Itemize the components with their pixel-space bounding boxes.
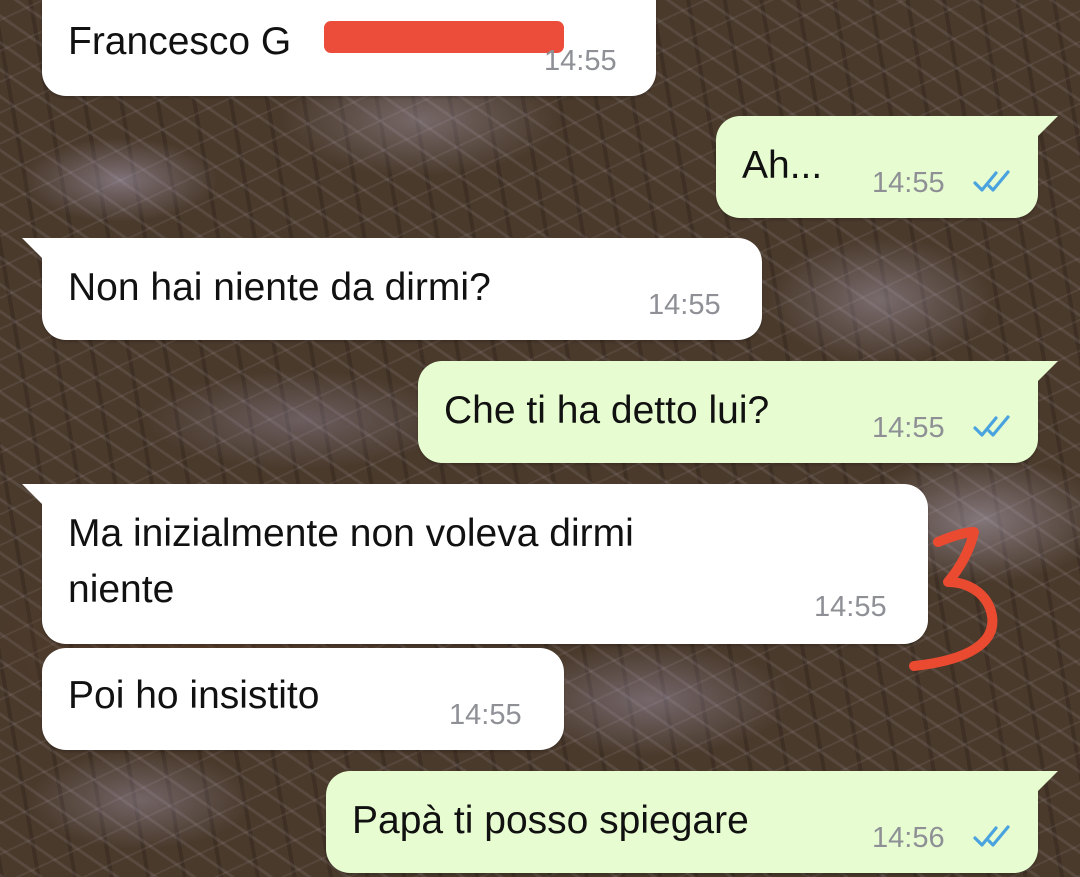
message-text-line2: niente bbox=[68, 568, 175, 611]
double-check-icon bbox=[973, 825, 1010, 847]
message-timestamp: 14:56 bbox=[872, 822, 945, 854]
message-timestamp: 14:55 bbox=[872, 167, 945, 199]
handwritten-3-mark bbox=[909, 527, 998, 671]
message-text: Francesco G bbox=[68, 20, 292, 63]
message-timestamp: 14:55 bbox=[544, 45, 617, 77]
incoming-message-bubble[interactable]: Ma inizialmente non voleva dirmi niente … bbox=[22, 484, 928, 644]
outgoing-message-bubble[interactable]: Ah... 14:55 bbox=[716, 116, 1058, 218]
message-text: Che ti ha detto lui? bbox=[444, 389, 770, 432]
double-check-icon bbox=[973, 170, 1010, 192]
outgoing-message-bubble[interactable]: Che ti ha detto lui? 14:55 bbox=[418, 361, 1058, 463]
incoming-message-bubble[interactable]: Francesco G 14:55 bbox=[42, 0, 656, 96]
message-timestamp: 14:55 bbox=[449, 699, 522, 731]
message-timestamp: 14:55 bbox=[648, 289, 721, 321]
message-timestamp: 14:55 bbox=[872, 412, 945, 444]
message-text: Poi ho insistito bbox=[68, 674, 320, 717]
message-text: Ah... bbox=[742, 144, 823, 187]
message-text: Non hai niente da dirmi? bbox=[68, 266, 491, 309]
outgoing-message-bubble[interactable]: Papà ti posso spiegare 14:56 bbox=[326, 771, 1058, 873]
incoming-message-bubble[interactable]: Non hai niente da dirmi? 14:55 bbox=[22, 238, 762, 340]
message-timestamp: 14:55 bbox=[814, 591, 887, 623]
incoming-message-bubble[interactable]: Poi ho insistito 14:55 bbox=[42, 648, 564, 750]
message-text: Ma inizialmente non voleva dirmi bbox=[68, 512, 634, 555]
redaction-mark bbox=[324, 21, 564, 53]
double-check-icon bbox=[973, 415, 1010, 437]
message-text: Papà ti posso spiegare bbox=[352, 799, 749, 842]
